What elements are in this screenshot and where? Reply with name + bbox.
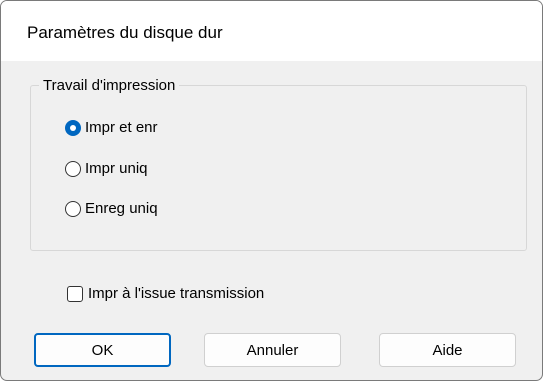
checkbox-print-after-transmission[interactable]: Impr à l'issue transmission xyxy=(67,285,264,302)
dialog-title: Paramètres du disque dur xyxy=(27,23,223,42)
radio-print-only[interactable]: Impr uniq xyxy=(65,160,148,177)
radio-label: Impr et enr xyxy=(85,119,158,136)
hard-disk-settings-dialog: Paramètres du disque dur Travail d'impre… xyxy=(0,0,543,381)
help-button[interactable]: Aide xyxy=(379,333,516,367)
checkbox-icon[interactable] xyxy=(67,285,83,302)
title-bar: Paramètres du disque dur xyxy=(1,1,542,61)
radio-save-only[interactable]: Enreg uniq xyxy=(65,200,158,217)
cancel-button[interactable]: Annuler xyxy=(204,333,341,367)
radio-button-icon[interactable] xyxy=(65,200,81,217)
radio-print-and-save[interactable]: Impr et enr xyxy=(65,119,158,136)
checkbox-label: Impr à l'issue transmission xyxy=(88,285,265,302)
ok-button[interactable]: OK xyxy=(34,333,171,367)
print-job-legend: Travail d'impression xyxy=(39,77,180,94)
radio-label: Enreg uniq xyxy=(85,200,158,217)
radio-label: Impr uniq xyxy=(85,160,148,177)
radio-button-icon[interactable] xyxy=(65,160,81,177)
radio-button-icon[interactable] xyxy=(65,119,81,136)
